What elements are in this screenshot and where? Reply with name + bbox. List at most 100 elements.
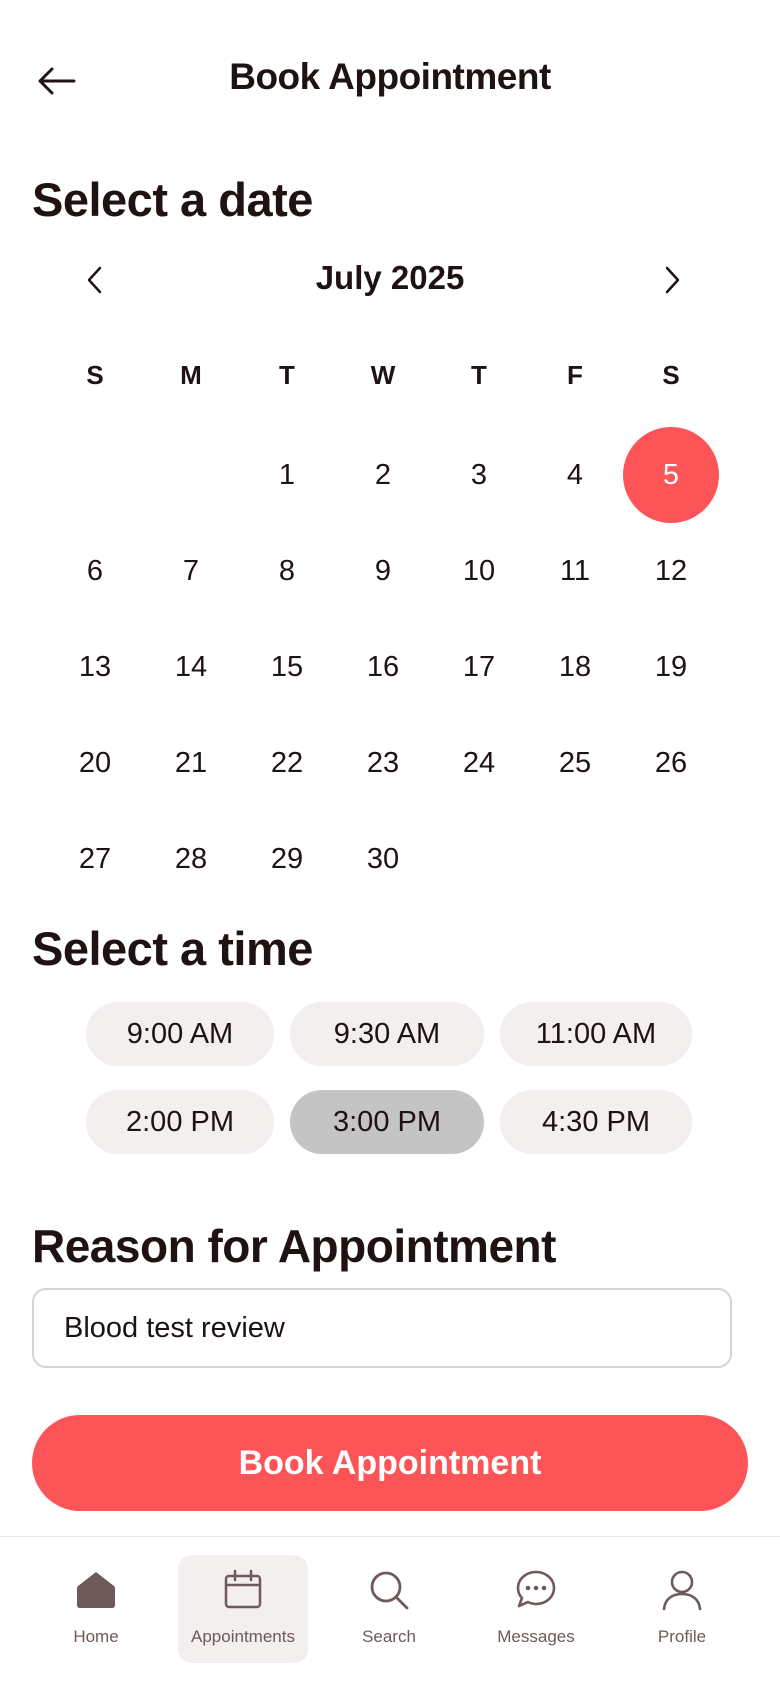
calendar-day-number: 2 [374, 458, 392, 491]
weekday-label: T [279, 360, 295, 390]
calendar-day[interactable]: 14 [143, 619, 239, 715]
calendar-day-number: 15 [270, 650, 304, 683]
calendar-day-number: 27 [78, 842, 112, 875]
time-slot-button-selected[interactable]: 3:00 PM [290, 1090, 484, 1154]
calendar-day-number: 6 [86, 554, 104, 587]
calendar-day[interactable]: 22 [239, 715, 335, 811]
calendar-day[interactable]: 24 [431, 715, 527, 811]
calendar-day-number: 9 [374, 554, 392, 587]
calendar-day-number: 28 [174, 842, 208, 875]
calendar-day-number: 29 [270, 842, 304, 875]
calendar-day[interactable]: 27 [47, 811, 143, 907]
calendar-day-number: 19 [654, 650, 688, 683]
calendar-day-number: 30 [366, 842, 400, 875]
calendar-day-number: 12 [654, 554, 688, 587]
calendar-empty-cell [143, 427, 239, 523]
calendar-day[interactable]: 6 [47, 523, 143, 619]
nav-item-home[interactable]: Home [31, 1555, 161, 1663]
page-title: Book Appointment [229, 56, 551, 97]
calendar-day[interactable]: 12 [623, 523, 719, 619]
calendar-day-number: 1 [278, 458, 296, 491]
nav-label: Profile [657, 1627, 707, 1646]
calendar-day-selected[interactable]: 5 [623, 427, 719, 523]
calendar-day-number: 5 [623, 427, 719, 523]
calendar-day[interactable]: 1 [239, 427, 335, 523]
nav-item-appointments[interactable]: Appointments [178, 1555, 308, 1663]
calendar-day[interactable]: 2 [335, 427, 431, 523]
calendar-day[interactable]: 29 [239, 811, 335, 907]
calendar-day-number: 22 [270, 746, 304, 779]
calendar-day[interactable]: 15 [239, 619, 335, 715]
time-slot-button[interactable]: 2:00 PM [86, 1090, 274, 1154]
calendar-icon [220, 1567, 266, 1613]
calendar-day-number: 26 [654, 746, 688, 779]
nav-label: Search [362, 1627, 416, 1646]
weekday-label: T [471, 360, 487, 390]
calendar-day[interactable]: 11 [527, 523, 623, 619]
nav-label: Messages [497, 1627, 575, 1646]
calendar-day[interactable]: 21 [143, 715, 239, 811]
calendar-day-number: 3 [470, 458, 488, 491]
calendar-day-number: 24 [462, 746, 496, 779]
nav-label: Home [73, 1627, 119, 1646]
calendar-day[interactable]: 8 [239, 523, 335, 619]
calendar-day[interactable]: 13 [47, 619, 143, 715]
weekday-label: M [180, 360, 202, 390]
home-icon [73, 1567, 119, 1613]
calendar-day[interactable]: 26 [623, 715, 719, 811]
weekday-label: S [86, 360, 104, 390]
reason-heading: Reason for Appointment [32, 1220, 556, 1272]
month-navigation: July 2025 [0, 255, 780, 305]
chat-bubble-icon [513, 1567, 559, 1613]
weekday-header: S M T W T F S [47, 355, 719, 395]
calendar-day-number: 8 [278, 554, 296, 587]
calendar-day[interactable]: 19 [623, 619, 719, 715]
select-time-heading: Select a time [32, 922, 313, 975]
nav-item-search[interactable]: Search [324, 1555, 454, 1663]
calendar-empty-cell [47, 427, 143, 523]
calendar-day-number: 21 [174, 746, 208, 779]
calendar-day-number: 11 [559, 554, 591, 587]
calendar-day-number: 25 [558, 746, 592, 779]
calendar-day[interactable]: 10 [431, 523, 527, 619]
calendar-day[interactable]: 18 [527, 619, 623, 715]
calendar-day-number: 17 [462, 650, 496, 683]
calendar-day-number: 16 [366, 650, 400, 683]
nav-item-messages[interactable]: Messages [471, 1555, 601, 1663]
time-slot-button[interactable]: 9:00 AM [86, 1002, 274, 1066]
calendar-day[interactable]: 4 [527, 427, 623, 523]
time-slot-button[interactable]: 4:30 PM [500, 1090, 692, 1154]
search-icon [366, 1567, 412, 1613]
user-icon [659, 1567, 705, 1613]
calendar-day[interactable]: 25 [527, 715, 623, 811]
calendar-day[interactable]: 28 [143, 811, 239, 907]
reason-input[interactable] [32, 1288, 732, 1368]
calendar-day[interactable]: 20 [47, 715, 143, 811]
time-slots: 9:00 AM 9:30 AM 11:00 AM 2:00 PM 3:00 PM… [86, 1002, 692, 1178]
calendar-day[interactable]: 16 [335, 619, 431, 715]
next-month-button[interactable] [647, 255, 697, 305]
chevron-right-icon [665, 266, 680, 294]
nav-label: Appointments [191, 1627, 295, 1646]
calendar-day-number: 7 [182, 554, 200, 587]
calendar-day-number: 13 [78, 650, 112, 683]
header: Book Appointment [0, 0, 780, 165]
time-slot-button[interactable]: 9:30 AM [290, 1002, 484, 1066]
calendar-day[interactable]: 9 [335, 523, 431, 619]
calendar-day[interactable]: 30 [335, 811, 431, 907]
bottom-navigation: Home Appointments Search Messages Profil… [0, 1536, 780, 1688]
book-appointment-button[interactable]: Book Appointment [32, 1415, 748, 1511]
calendar-day-number: 10 [462, 554, 496, 587]
calendar-day-number: 23 [366, 746, 400, 779]
nav-item-profile[interactable]: Profile [617, 1555, 747, 1663]
calendar-day-number: 20 [78, 746, 112, 779]
calendar-day[interactable]: 23 [335, 715, 431, 811]
calendar-day[interactable]: 3 [431, 427, 527, 523]
time-slot-button[interactable]: 11:00 AM [500, 1002, 692, 1066]
calendar-day[interactable]: 17 [431, 619, 527, 715]
calendar-day-number: 18 [558, 650, 592, 683]
calendar-day[interactable]: 7 [143, 523, 239, 619]
weekday-label: F [567, 360, 583, 390]
select-date-heading: Select a date [32, 173, 313, 226]
weekday-label: S [662, 360, 680, 390]
